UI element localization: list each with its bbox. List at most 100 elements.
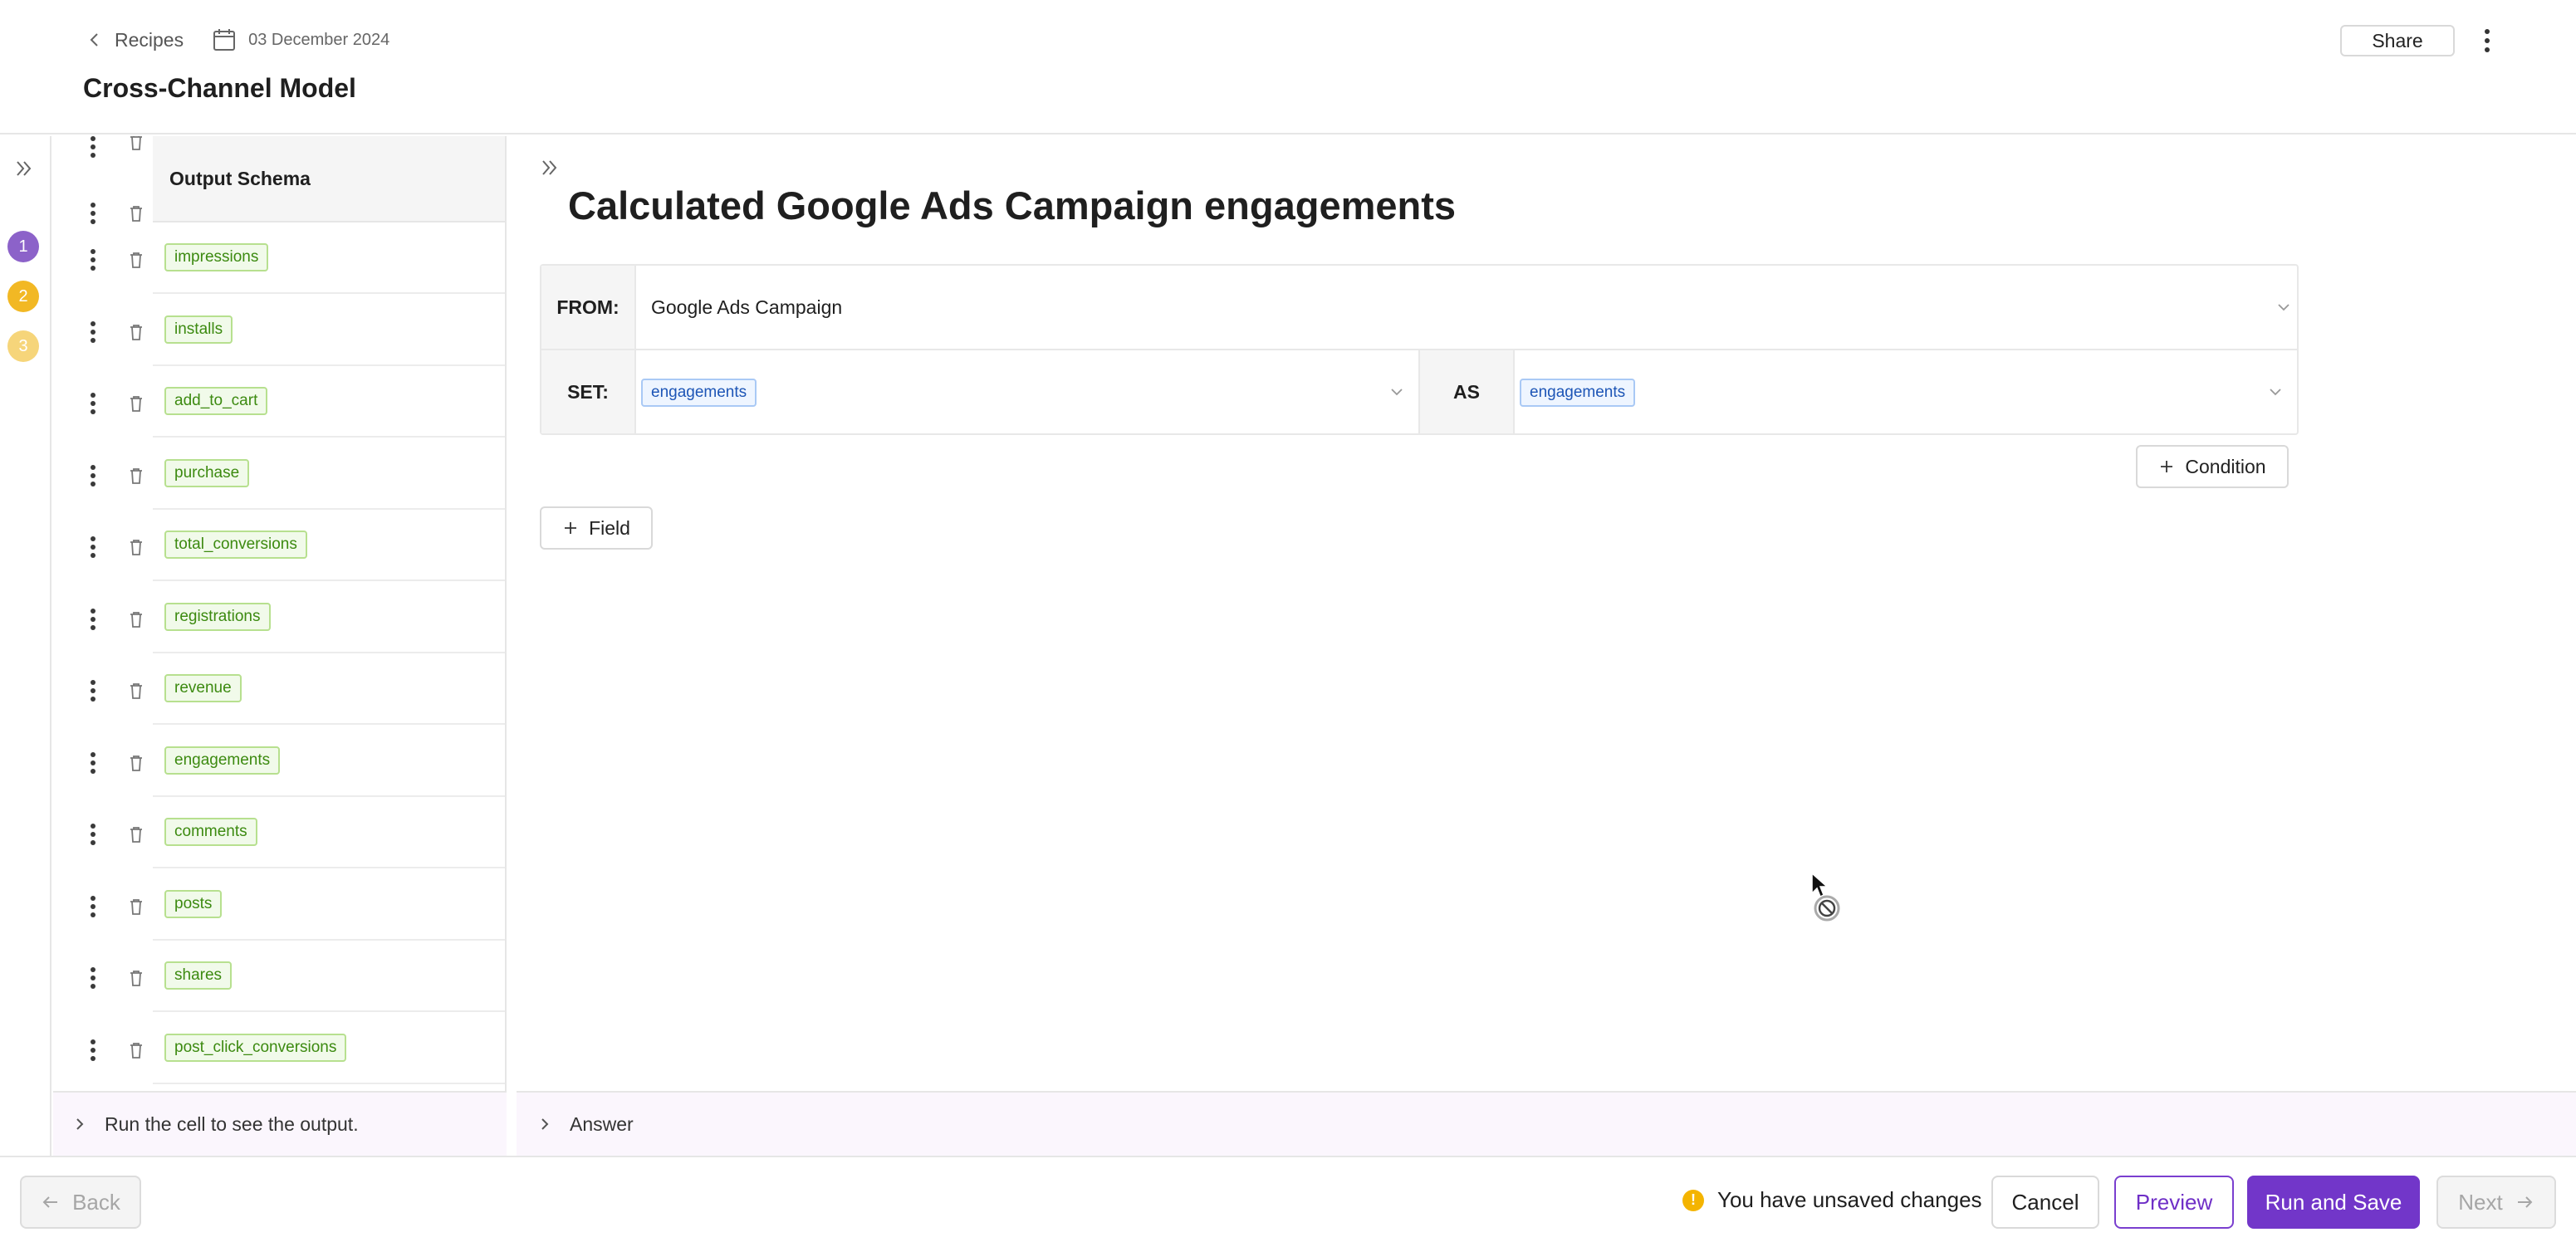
trash-icon[interactable]	[128, 538, 144, 556]
as-field-select[interactable]: engagements	[1515, 350, 2299, 435]
set-field-tag: engagements	[641, 379, 757, 407]
schema-field-tag: post_click_conversions	[164, 1033, 347, 1062]
cell-title: Calculated Google Ads Campaign engagemen…	[568, 183, 1457, 227]
back-button[interactable]: Back	[20, 1176, 141, 1229]
trash-icon[interactable]	[128, 323, 144, 341]
run-output-bar[interactable]: Run the cell to see the output.	[53, 1091, 507, 1156]
preview-button[interactable]: Preview	[2114, 1176, 2234, 1229]
schema-field-tag: revenue	[164, 674, 242, 702]
chevron-left-icon	[90, 33, 98, 46]
schema-field-tag: purchase	[164, 458, 250, 487]
schema-field-tag: engagements	[164, 746, 281, 775]
schema-field-row[interactable]: impressions	[153, 222, 505, 294]
chevron-down-icon	[2278, 304, 2290, 311]
schema-field-row[interactable]: revenue	[153, 653, 505, 725]
drag-handle-icon[interactable]	[91, 249, 95, 271]
schema-field-row[interactable]: installs	[153, 295, 505, 366]
schema-field-row[interactable]: posts	[153, 869, 505, 941]
schema-row-controls	[53, 458, 153, 491]
step-3-badge[interactable]: 3	[7, 330, 39, 362]
step-1-badge[interactable]: 1	[7, 231, 39, 262]
plus-icon	[2161, 461, 2173, 472]
schema-row-controls	[53, 242, 153, 276]
from-label: FROM:	[541, 266, 636, 349]
chevron-right-icon	[76, 1118, 84, 1130]
drag-handle-icon[interactable]	[91, 464, 95, 487]
trash-icon[interactable]	[128, 682, 144, 700]
run-hint-text: Run the cell to see the output.	[105, 1112, 359, 1135]
drag-handle-icon[interactable]	[91, 393, 95, 414]
breadcrumb: Recipes 03 December 2024	[86, 25, 389, 55]
drag-handle-icon[interactable]	[91, 895, 95, 917]
run-and-save-button[interactable]: Run and Save	[2247, 1176, 2420, 1229]
breadcrumb-recipes-label: Recipes	[115, 28, 184, 51]
schema-field-row[interactable]: purchase	[153, 438, 505, 510]
output-schema-panel: Output Schema impressions installs add_to_…	[53, 136, 507, 1091]
not-allowed-cursor-icon	[1811, 872, 1840, 922]
schema-field-tag: impressions	[164, 243, 269, 271]
trash-icon[interactable]	[128, 754, 144, 772]
trash-icon[interactable]	[128, 897, 144, 916]
schema-field-row[interactable]: total_conversions	[153, 510, 505, 581]
trash-icon[interactable]	[128, 610, 144, 628]
schema-header-controls	[53, 136, 153, 169]
share-button[interactable]: Share	[2340, 25, 2455, 56]
drag-handle-icon[interactable]	[91, 967, 95, 989]
cancel-button[interactable]: Cancel	[1991, 1176, 2099, 1229]
drag-handle-icon[interactable]	[91, 824, 95, 845]
drag-handle-icon[interactable]	[91, 751, 95, 774]
schema-field-row[interactable]: post_click_conversions	[153, 1013, 505, 1084]
more-options-icon[interactable]	[2475, 25, 2500, 56]
schema-row-controls	[53, 386, 153, 419]
drag-handle-icon[interactable]	[91, 536, 95, 558]
schema-field-row[interactable]: engagements	[153, 726, 505, 797]
step-2-badge[interactable]: 2	[7, 281, 39, 312]
trash-icon[interactable]	[128, 1041, 144, 1059]
schema-field-row[interactable]: add_to_cart	[153, 366, 505, 438]
chevron-down-icon	[2270, 389, 2281, 396]
drag-handle-icon[interactable]	[91, 203, 95, 224]
answer-label: Answer	[570, 1112, 634, 1135]
drag-handle-icon[interactable]	[91, 136, 95, 158]
breadcrumb-date: 03 December 2024	[212, 27, 389, 52]
schema-row-controls	[53, 817, 153, 850]
answer-bar[interactable]: Answer	[517, 1091, 2576, 1156]
schema-field-tag: add_to_cart	[164, 387, 268, 415]
page-header: Recipes 03 December 2024 Cross-Channel M…	[0, 0, 2576, 134]
trash-icon[interactable]	[128, 204, 144, 222]
output-schema-header: Output Schema	[153, 136, 505, 222]
trash-icon[interactable]	[128, 467, 144, 485]
warning-icon: !	[1682, 1189, 1704, 1211]
next-button[interactable]: Next	[2436, 1176, 2556, 1229]
schema-row-controls	[53, 746, 153, 779]
back-to-recipes-link[interactable]: Recipes	[86, 29, 184, 51]
from-select-value: Google Ads Campaign	[651, 296, 843, 318]
query-builder: FROM: Google Ads Campaign SET: engagemen…	[540, 264, 2299, 435]
drag-handle-icon[interactable]	[91, 608, 95, 630]
next-button-label: Next	[2458, 1189, 2503, 1215]
add-field-button[interactable]: Field	[540, 506, 653, 550]
trash-icon[interactable]	[128, 136, 144, 151]
arrow-right-icon	[2517, 1196, 2533, 1208]
trash-icon[interactable]	[128, 394, 144, 413]
expand-panel-icon[interactable]	[13, 158, 35, 179]
schema-field-row[interactable]: comments	[153, 797, 505, 868]
drag-handle-icon[interactable]	[91, 320, 95, 343]
set-field-select[interactable]: engagements	[636, 350, 1420, 435]
schema-row-controls	[53, 673, 153, 707]
schema-field-row[interactable]: shares	[153, 941, 505, 1012]
collapse-panel-icon[interactable]	[540, 158, 560, 178]
as-field-tag: engagements	[1520, 379, 1636, 407]
schema-field-row[interactable]: registrations	[153, 582, 505, 653]
trash-icon[interactable]	[128, 825, 144, 843]
add-condition-button[interactable]: Condition	[2136, 445, 2289, 488]
trash-icon[interactable]	[128, 969, 144, 987]
from-select[interactable]: Google Ads Campaign	[636, 266, 2299, 349]
drag-handle-icon[interactable]	[91, 680, 95, 702]
schema-row-controls	[53, 889, 153, 922]
plus-icon	[565, 522, 577, 534]
trash-icon[interactable]	[128, 251, 144, 269]
footer-bar: Back ! You have unsaved changes Cancel P…	[0, 1156, 2576, 1242]
drag-handle-icon[interactable]	[91, 1039, 95, 1061]
date-label: 03 December 2024	[248, 30, 390, 49]
